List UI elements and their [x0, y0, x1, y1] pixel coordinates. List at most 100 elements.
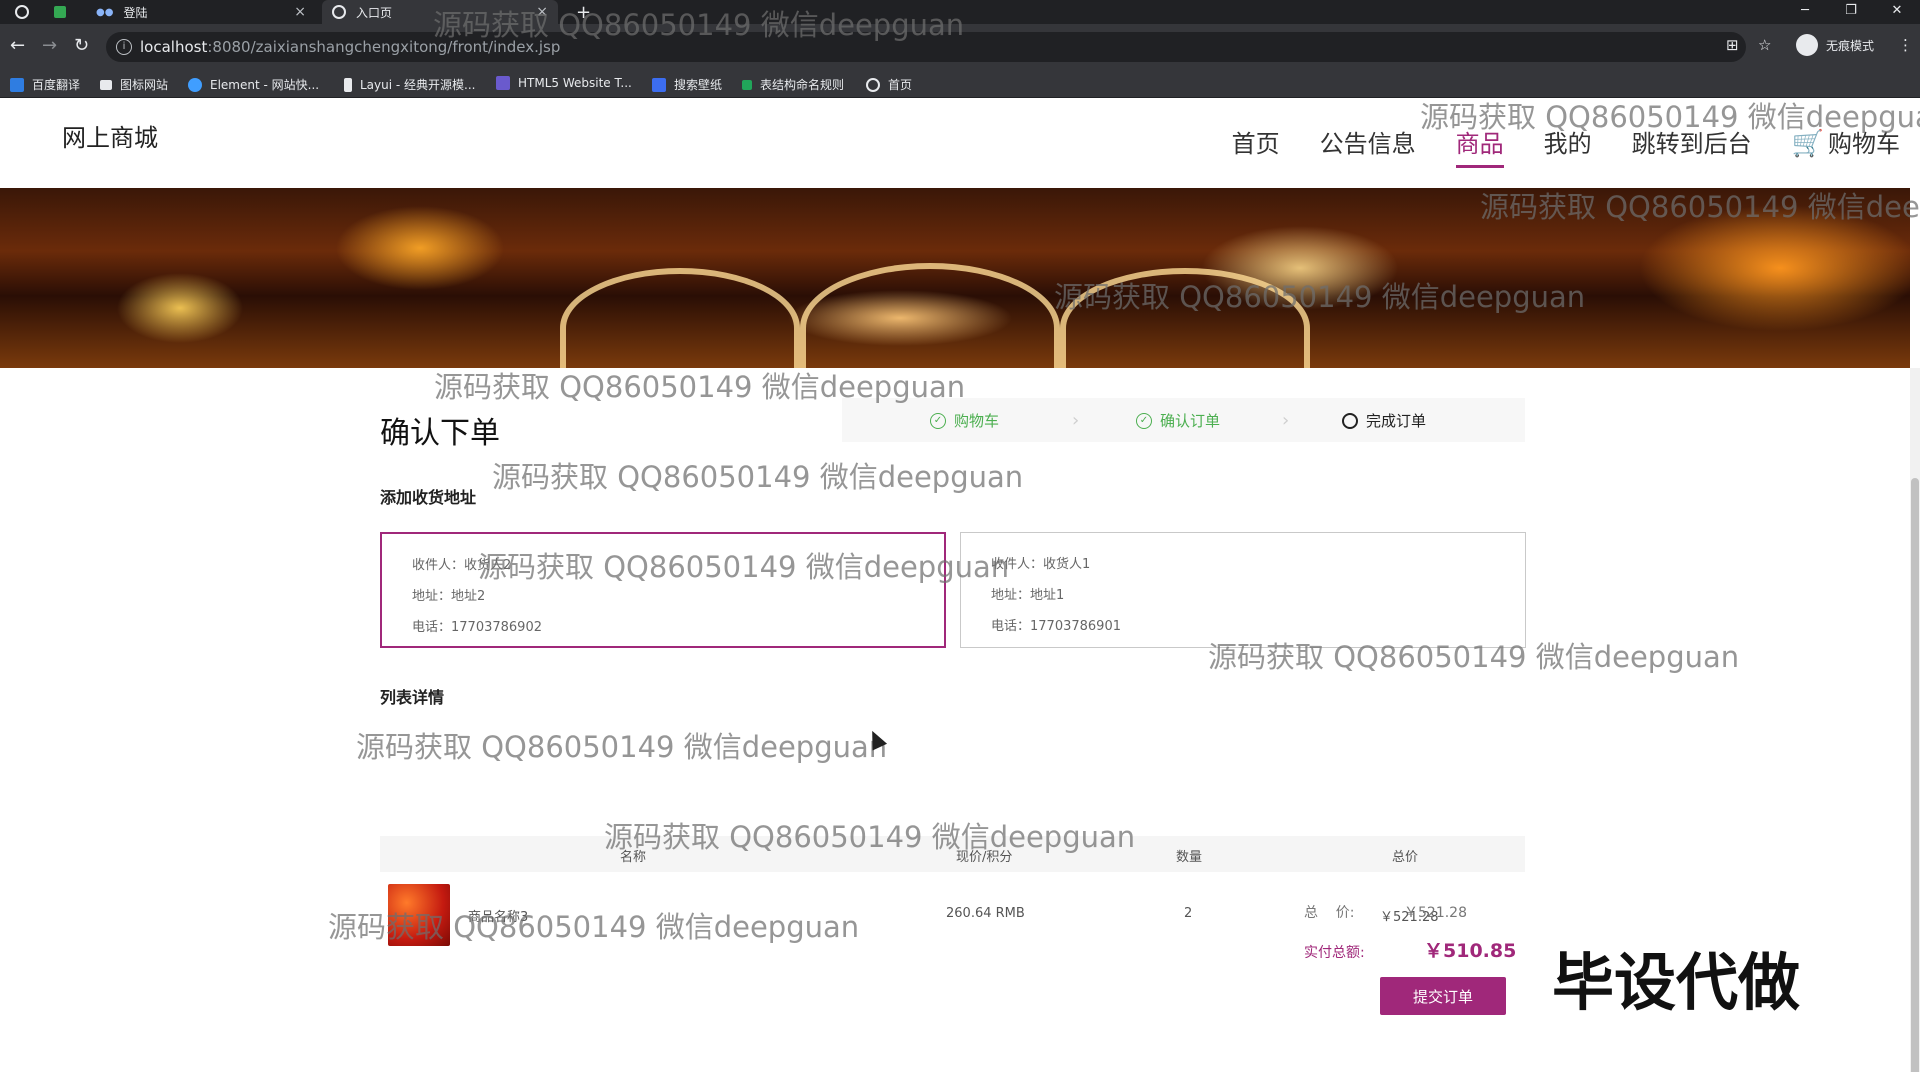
tab-close-icon[interactable]: × — [294, 4, 306, 20]
column-header: 总价 — [1392, 850, 1419, 865]
address-receiver: 收件人：收货人2 — [412, 558, 512, 573]
step-confirm: ✓ 确认订单 — [1136, 410, 1220, 431]
web-page: 网上商城 首页 公告信息 商品 我的 跳转到后台 🛒 购物车 确认下单 ✓ 购物车 … — [0, 98, 1920, 1072]
star-icon[interactable]: ☆ — [1758, 36, 1771, 54]
pay-total-label: 实付总额: — [1304, 945, 1365, 961]
minimize-icon[interactable]: ─ — [1782, 0, 1828, 24]
product-name[interactable]: 商品名称3 — [468, 906, 528, 925]
address-card[interactable]: 收件人：收货人1 地址：地址1 电话：17703786901 — [960, 532, 1526, 648]
nav-products[interactable]: 商品 — [1455, 124, 1504, 168]
info-icon[interactable]: i — [116, 39, 132, 55]
chevron-right-icon: › — [1072, 410, 1080, 431]
bookmarks-bar: 百度翻译 图标网站 Element - 网站快... Layui - 经典开源模… — [0, 70, 1920, 98]
incognito-indicator[interactable]: 无痕模式 — [1796, 34, 1874, 56]
bookmark-item[interactable]: 搜索壁纸 — [652, 76, 722, 93]
nav-cart-label: 购物车 — [1828, 130, 1900, 158]
order-progress-steps: ✓ 购物车 › ✓ 确认订单 › 完成订单 — [842, 398, 1525, 442]
product-quantity: 2 — [1184, 906, 1193, 921]
nav-notices[interactable]: 公告信息 — [1320, 124, 1416, 165]
address-location: 地址：地址1 — [991, 588, 1065, 603]
globe-icon — [332, 5, 346, 19]
bookmark-item[interactable]: 百度翻译 — [10, 76, 80, 93]
bookmark-label: 百度翻译 — [32, 78, 81, 92]
cart-icon: 🛒 — [1791, 129, 1824, 159]
new-tab-button[interactable]: + — [576, 2, 591, 23]
total-value: ￥521.28 — [1404, 905, 1467, 921]
total-label: 总 价: — [1304, 905, 1355, 921]
bridge-arch — [800, 263, 1060, 368]
bridge-arch — [1060, 268, 1310, 368]
element-icon — [188, 77, 202, 92]
check-circle-icon: ✓ — [1136, 412, 1152, 429]
step-label: 完成订单 — [1366, 412, 1427, 430]
circle-icon — [1342, 412, 1358, 429]
tab-login-title: 登陆 — [123, 5, 148, 20]
bookmark-item[interactable]: Element - 网站快... — [188, 76, 319, 93]
address-phone: 电话：17703786902 — [412, 620, 542, 635]
promo-text: 毕设代做 — [1552, 946, 1801, 1019]
incognito-label: 无痕模式 — [1826, 38, 1875, 53]
browser-tabstrip: ●● 登陆 × 入口页 × + ─ ❐ ✕ — [0, 0, 1920, 24]
address-receiver: 收件人：收货人1 — [991, 557, 1091, 572]
bookmark-item[interactable]: Layui - 经典开源模... — [344, 76, 475, 93]
html5-icon — [496, 76, 510, 90]
site-logo[interactable]: 网上商城 — [62, 118, 158, 153]
page-scrollbar[interactable] — [1910, 368, 1920, 1072]
check-circle-icon: ✓ — [930, 412, 946, 429]
step-complete: 完成订单 — [1342, 410, 1426, 431]
chrome-icon[interactable] — [12, 3, 32, 21]
bridge-arch — [560, 268, 800, 368]
tab-login[interactable]: ●● 登陆 × — [86, 0, 316, 24]
page-title: 确认下单 — [380, 416, 500, 451]
bookmark-label: Layui - 经典开源模... — [360, 78, 476, 92]
forward-icon[interactable]: → — [42, 36, 57, 56]
loading-dots-icon: ●● — [96, 6, 114, 18]
bookmark-item[interactable]: 表结构命名规则 — [742, 76, 844, 93]
list-section-title: 列表详情 — [380, 688, 445, 707]
address-bar[interactable]: i localhost:8080/zaixianshangchengxitong… — [106, 32, 1746, 62]
bookmark-item[interactable]: HTML5 Website T... — [496, 76, 632, 90]
bookmark-label: 表结构命名规则 — [760, 78, 845, 92]
scrollbar-thumb[interactable] — [1911, 478, 1919, 1072]
address-card[interactable]: 收件人：收货人2 地址：地址2 电话：17703786902 — [380, 532, 946, 648]
column-header: 名称 — [620, 850, 647, 865]
tab-entry[interactable]: 入口页 × — [322, 0, 558, 24]
bookmark-item[interactable]: 首页 — [866, 76, 912, 93]
window-controls: ─ ❐ ✕ — [1782, 0, 1920, 24]
nav-admin[interactable]: 跳转到后台 — [1632, 124, 1752, 165]
banner-image — [0, 188, 1910, 368]
step-cart: ✓ 购物车 — [930, 410, 999, 431]
chevron-right-icon: › — [1282, 410, 1290, 431]
bookmark-label: 搜索壁纸 — [674, 78, 723, 92]
menu-dots-icon[interactable]: ⋮ — [1898, 36, 1913, 54]
bookmark-label: Element - 网站快... — [210, 78, 320, 92]
nav-mine[interactable]: 我的 — [1544, 124, 1592, 165]
tab-entry-title: 入口页 — [356, 5, 393, 20]
tab-close-icon[interactable]: × — [536, 4, 548, 20]
translate-bookmark-icon — [10, 77, 24, 92]
translate-icon[interactable]: ⊞ — [1726, 36, 1739, 54]
address-phone: 电话：17703786901 — [991, 619, 1121, 634]
column-header: 现价/积分 — [956, 850, 1013, 865]
pay-total-value: ￥510.85 — [1424, 940, 1517, 962]
step-label: 确认订单 — [1160, 412, 1221, 430]
nav-home[interactable]: 首页 — [1232, 124, 1280, 165]
url-text[interactable]: localhost:8080/zaixianshangchengxitong/f… — [140, 38, 560, 56]
product-price: 260.64 RMB — [946, 906, 1025, 921]
restore-icon[interactable]: ❐ — [1828, 0, 1874, 24]
globe-icon — [866, 77, 880, 92]
bookmark-item[interactable]: 图标网站 — [100, 76, 168, 93]
step-label: 购物车 — [954, 412, 1000, 430]
reload-icon[interactable]: ↻ — [74, 36, 89, 56]
table-icon — [742, 79, 752, 90]
wallpaper-icon — [652, 77, 666, 92]
product-thumbnail[interactable] — [388, 884, 450, 946]
submit-order-button[interactable]: 提交订单 — [1380, 977, 1506, 1015]
window-close-icon[interactable]: ✕ — [1874, 0, 1920, 24]
back-icon[interactable]: ← — [10, 36, 25, 56]
nav-cart[interactable]: 🛒 购物车 — [1792, 124, 1900, 165]
address-location: 地址：地址2 — [412, 589, 486, 604]
column-header: 数量 — [1176, 850, 1203, 865]
top-navigation: 首页 公告信息 商品 我的 跳转到后台 🛒 购物车 — [1192, 124, 1900, 168]
pinned-tab-icon[interactable] — [50, 3, 70, 21]
